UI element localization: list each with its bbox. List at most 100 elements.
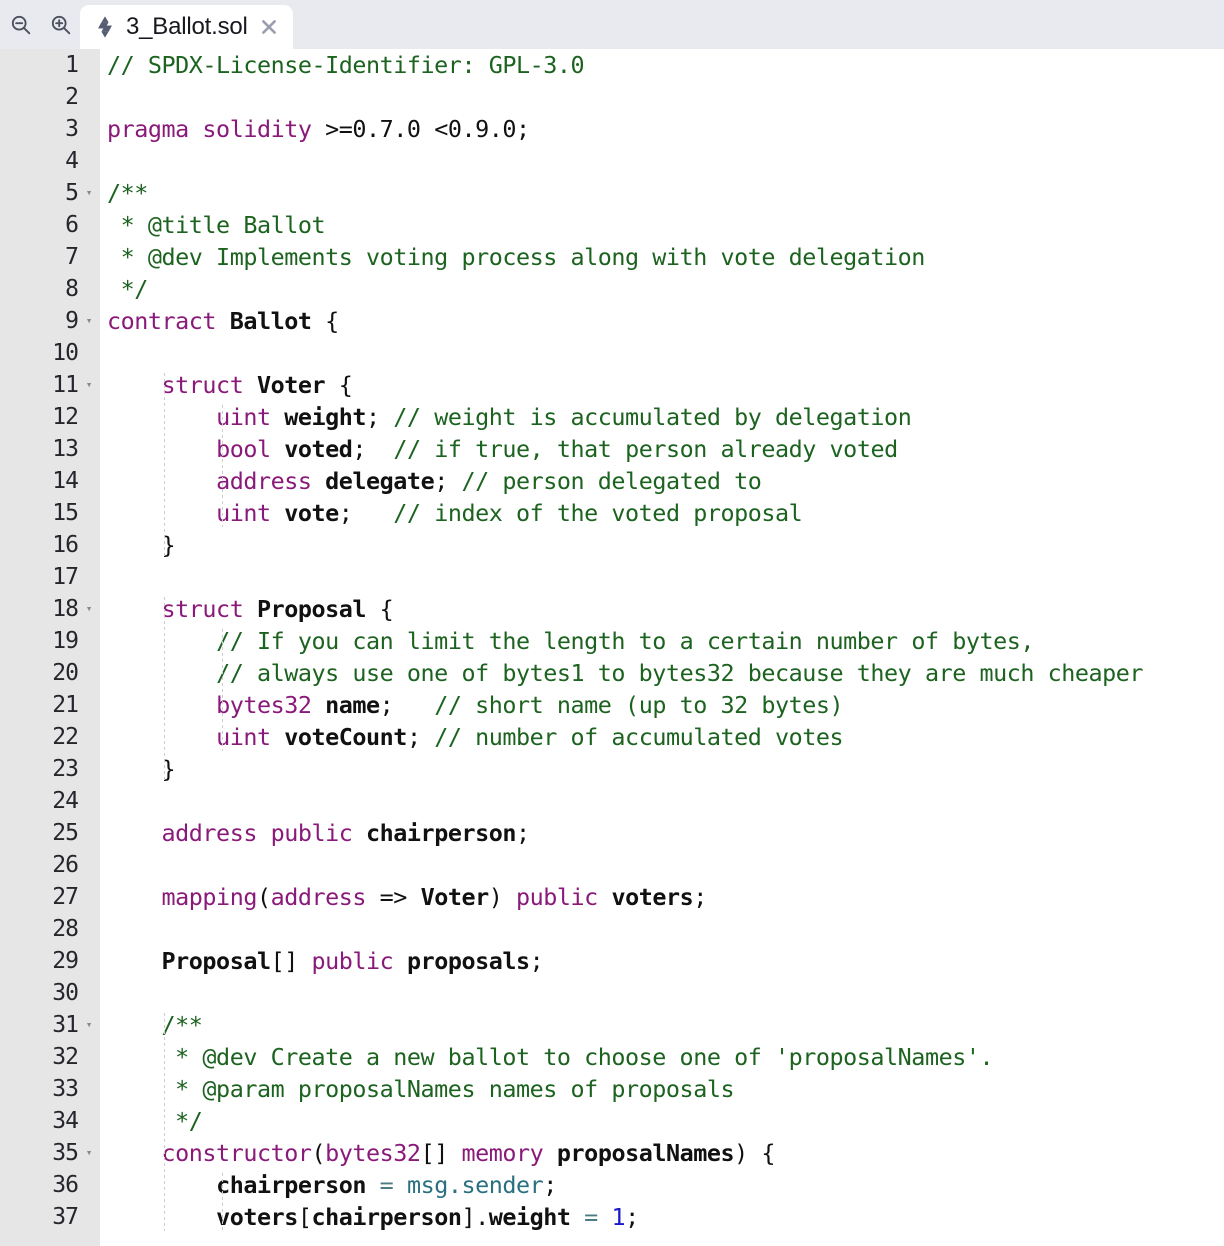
fold-toggle-icon[interactable]: ▾ <box>82 305 96 337</box>
token-k: bytes32 <box>325 1139 421 1167</box>
line-number: 22 <box>52 724 79 750</box>
zoom-in-icon[interactable] <box>48 12 74 38</box>
token-id: chairperson <box>311 1203 462 1231</box>
close-icon[interactable] <box>258 16 280 38</box>
code-line[interactable]: 11 ▾ struct Voter { <box>0 369 1224 401</box>
token-cm: // weight is accumulated by delegation <box>393 403 912 431</box>
code-line[interactable]: 12 uint weight; // weight is accumulated… <box>0 401 1224 433</box>
line-number: 28 <box>52 916 79 942</box>
token-k: struct <box>161 371 244 399</box>
line-number: 15 <box>52 500 79 526</box>
token-cm: // short name (up to 32 bytes) <box>434 691 844 719</box>
fold-toggle-icon[interactable]: ▾ <box>82 177 96 209</box>
token-cm: /** <box>107 179 148 207</box>
indent-guide <box>221 1173 223 1231</box>
code-content[interactable]: 1// SPDX-License-Identifier: GPL-3.0 2 3 pr… <box>0 49 1224 1246</box>
editor-tab-3-ballot-sol[interactable]: 3_Ballot.sol <box>80 5 293 49</box>
token-cm: // SPDX-License-Identifier: GPL-3.0 <box>107 51 585 79</box>
code-line[interactable]: 3 pragma solidity >=0.7.0 <0.9.0; <box>0 113 1224 145</box>
fold-toggle-icon[interactable]: ▾ <box>82 1137 96 1169</box>
fold-toggle-icon[interactable]: ▾ <box>82 593 96 625</box>
code-line[interactable]: 35 ▾ constructor(bytes32[] memory proposa… <box>0 1137 1224 1169</box>
token-id: chairperson <box>216 1171 367 1199</box>
token-k: public <box>311 947 394 975</box>
token-cm: * @param proposalNames names of proposal… <box>161 1075 735 1103</box>
code-line[interactable]: 21 bytes32 name; // short name (up to 32… <box>0 689 1224 721</box>
code-line[interactable]: 33 * @param proposalNames names of propo… <box>0 1073 1224 1105</box>
code-line[interactable]: 2 <box>0 81 1224 113</box>
fold-toggle-icon[interactable]: ▾ <box>82 369 96 401</box>
line-number: 12 <box>52 404 79 430</box>
code-line[interactable]: 15 uint vote; // index of the voted prop… <box>0 497 1224 529</box>
code-line[interactable]: 4 <box>0 145 1224 177</box>
token-pl: ; <box>406 723 435 751</box>
line-number: 14 <box>52 468 79 494</box>
code-line[interactable]: 22 uint voteCount; // number of accumula… <box>0 721 1224 753</box>
code-line[interactable]: 16 } <box>0 529 1224 561</box>
token-id: Voter <box>256 371 326 399</box>
tab-title: 3_Ballot.sol <box>126 13 248 40</box>
code-line[interactable]: 14 address delegate; // person delegated… <box>0 465 1224 497</box>
code-text: struct Proposal { <box>107 593 394 625</box>
token-k: address <box>216 467 312 495</box>
code-text: // always use one of bytes1 to bytes32 b… <box>107 657 1143 689</box>
code-line[interactable]: 17 <box>0 561 1224 593</box>
code-line[interactable]: 7 * @dev Implements voting process along… <box>0 241 1224 273</box>
code-text: * @param proposalNames names of proposal… <box>107 1073 734 1105</box>
code-editor[interactable]: 1// SPDX-License-Identifier: GPL-3.0 2 3 pr… <box>0 49 1224 1246</box>
code-text: chairperson = msg.sender; <box>107 1169 557 1201</box>
code-line[interactable]: 9 ▾ contract Ballot { <box>0 305 1224 337</box>
zoom-out-icon[interactable] <box>8 12 34 38</box>
code-line[interactable]: 24 <box>0 785 1224 817</box>
line-number: 33 <box>52 1076 79 1102</box>
code-line[interactable]: 37 voters[chairperson].weight = 1; <box>0 1201 1224 1233</box>
fold-toggle-icon[interactable]: ▾ <box>82 1009 96 1041</box>
code-text: pragma solidity >=0.7.0 <0.9.0; <box>107 113 530 145</box>
code-line[interactable]: 20 // always use one of bytes1 to bytes3… <box>0 657 1224 689</box>
code-line[interactable]: 32 * @dev Create a new ballot to choose … <box>0 1041 1224 1073</box>
code-line[interactable]: 25 address public chairperson; <box>0 817 1224 849</box>
token-cm: // index of the voted proposal <box>393 499 803 527</box>
code-line[interactable]: 29 Proposal[] public proposals; <box>0 945 1224 977</box>
code-line[interactable]: 36 chairperson = msg.sender; <box>0 1169 1224 1201</box>
code-line[interactable]: 10 <box>0 337 1224 369</box>
code-line[interactable]: 18 ▾ struct Proposal { <box>0 593 1224 625</box>
code-line[interactable]: 5 ▾ /** <box>0 177 1224 209</box>
tab-bar: 3_Ballot.sol <box>0 0 1224 49</box>
code-line[interactable]: 30 <box>0 977 1224 1009</box>
token-pl: ) { <box>734 1139 776 1167</box>
code-line[interactable]: 6 * @title Ballot <box>0 209 1224 241</box>
code-line[interactable]: 8 */ <box>0 273 1224 305</box>
code-line[interactable]: 28 <box>0 913 1224 945</box>
line-number: 23 <box>52 756 79 782</box>
code-line[interactable]: 23 } <box>0 753 1224 785</box>
token-pl: ) <box>488 883 517 911</box>
code-line[interactable]: 31 ▾ /** <box>0 1009 1224 1041</box>
token-pl: >=0.7.0 <0.9.0; <box>311 115 530 143</box>
token-cm: // number of accumulated votes <box>434 723 844 751</box>
line-number: 21 <box>52 692 79 718</box>
code-line[interactable]: 19 // If you can limit the length to a c… <box>0 625 1224 657</box>
code-line[interactable]: 13 bool voted; // if true, that person a… <box>0 433 1224 465</box>
code-line[interactable]: 27 mapping(address => Voter) public vote… <box>0 881 1224 913</box>
line-number: 9 <box>65 308 79 334</box>
token-pl: ; <box>529 947 544 975</box>
token-pl: [] <box>270 947 312 975</box>
code-text: Proposal[] public proposals; <box>107 945 544 977</box>
line-number: 29 <box>52 948 79 974</box>
code-line[interactable]: 1 // SPDX-License-Identifier: GPL-3.0 <box>0 49 1224 81</box>
code-text: /** <box>107 177 148 209</box>
code-line[interactable]: 34 */ <box>0 1105 1224 1137</box>
code-line[interactable]: 26 <box>0 849 1224 881</box>
